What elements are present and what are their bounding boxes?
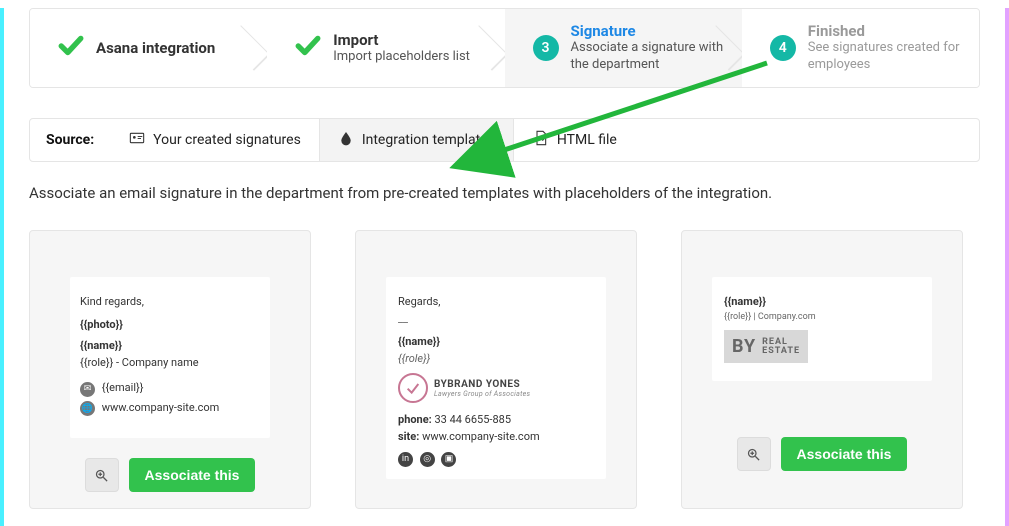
step-desc: Associate a signature with the departmen… xyxy=(571,40,724,74)
template-card: {{name}} {{role}} | Company.com BY REAL … xyxy=(681,230,963,509)
brand-block: BYBRAND YONES Lawyers Group of Associate… xyxy=(398,373,594,403)
greeting: Regards, xyxy=(398,295,594,308)
brand-name: BYBRAND YONES xyxy=(434,379,530,390)
step-number-badge: 3 xyxy=(533,35,559,61)
step-title: Finished xyxy=(808,22,961,40)
phone-value: 33 44 6655-885 xyxy=(435,413,512,426)
phone-label: phone: xyxy=(398,413,432,426)
tab-integration-templates[interactable]: Integration templates xyxy=(319,119,514,161)
placeholder-role: {{role}} - Company name xyxy=(80,356,260,369)
placeholder-role: {{role}} | Company.com xyxy=(724,312,920,322)
template-card: Kind regards, {{photo}} {{name}} {{role}… xyxy=(29,230,311,509)
site-label: site: xyxy=(398,430,419,443)
check-icon xyxy=(295,33,321,63)
tab-label: Integration templates xyxy=(362,132,495,148)
placeholder-site: www.company-site.com xyxy=(102,401,220,414)
placeholder-name: {{name}} xyxy=(724,295,920,308)
mail-icon: ✉ xyxy=(80,382,95,397)
id-card-icon xyxy=(129,130,145,150)
tab-label: HTML file xyxy=(557,132,617,148)
step-title: Asana integration xyxy=(96,39,215,57)
separator: __ xyxy=(398,312,594,325)
brand-block: BY REAL ESTATE xyxy=(724,330,808,363)
step-title: Signature xyxy=(571,22,724,40)
signature-preview: Kind regards, {{photo}} {{name}} {{role}… xyxy=(70,277,270,438)
tab-label: Your created signatures xyxy=(153,132,301,148)
template-card: Regards, __ {{name}} {{role}} BYBRAND YO… xyxy=(355,230,637,509)
greeting: Kind regards, xyxy=(80,295,260,308)
associate-button[interactable]: Associate this xyxy=(781,437,908,471)
placeholder-name: {{name}} xyxy=(80,339,260,352)
brand-tagline: Lawyers Group of Associates xyxy=(434,390,530,398)
zoom-in-icon xyxy=(94,468,109,483)
placeholder-role: {{role}} xyxy=(398,352,594,365)
site-value: www.company-site.com xyxy=(422,430,540,443)
drop-icon xyxy=(338,130,354,150)
step-import[interactable]: Import Import placeholders list xyxy=(267,9,504,87)
step-finished: 4 Finished See signatures created for em… xyxy=(742,9,979,87)
check-icon xyxy=(58,33,84,63)
step-signature[interactable]: 3 Signature Associate a signature with t… xyxy=(505,9,742,87)
associate-button[interactable]: Associate this xyxy=(129,458,256,492)
instagram-icon: ◎ xyxy=(420,452,435,467)
step-number-badge: 4 xyxy=(770,35,796,61)
page-description: Associate an email signature in the depa… xyxy=(29,184,980,202)
brand-word-2: ESTATE xyxy=(762,347,800,356)
file-code-icon xyxy=(533,130,549,150)
step-title: Import xyxy=(333,31,470,49)
signature-preview: {{name}} {{role}} | Company.com BY REAL … xyxy=(712,277,932,381)
source-label: Source: xyxy=(30,119,110,161)
tab-html-file[interactable]: HTML file xyxy=(514,119,635,161)
youtube-icon: ▣ xyxy=(441,452,456,467)
linkedin-icon: in xyxy=(398,452,413,467)
wizard-stepper: Asana integration Import Import placehol… xyxy=(29,8,980,88)
zoom-button[interactable] xyxy=(85,458,119,492)
step-desc: See signatures created for employees xyxy=(808,40,961,74)
globe-icon: 🌐 xyxy=(80,401,95,416)
step-asana[interactable]: Asana integration xyxy=(30,9,267,87)
zoom-in-icon xyxy=(746,447,761,462)
template-cards: Kind regards, {{photo}} {{name}} {{role}… xyxy=(29,230,980,509)
placeholder-photo: {{photo}} xyxy=(80,318,260,331)
tab-your-created-signatures[interactable]: Your created signatures xyxy=(110,119,319,161)
brand-initials: BY xyxy=(732,336,756,357)
signature-preview: Regards, __ {{name}} {{role}} BYBRAND YO… xyxy=(386,277,606,479)
placeholder-email: {{email}} xyxy=(102,381,144,394)
step-desc: Import placeholders list xyxy=(333,49,470,66)
source-tabs: Source: Your created signatures Integrat… xyxy=(29,118,980,162)
seal-icon xyxy=(398,373,428,403)
zoom-button[interactable] xyxy=(737,437,771,471)
placeholder-name: {{name}} xyxy=(398,335,594,348)
